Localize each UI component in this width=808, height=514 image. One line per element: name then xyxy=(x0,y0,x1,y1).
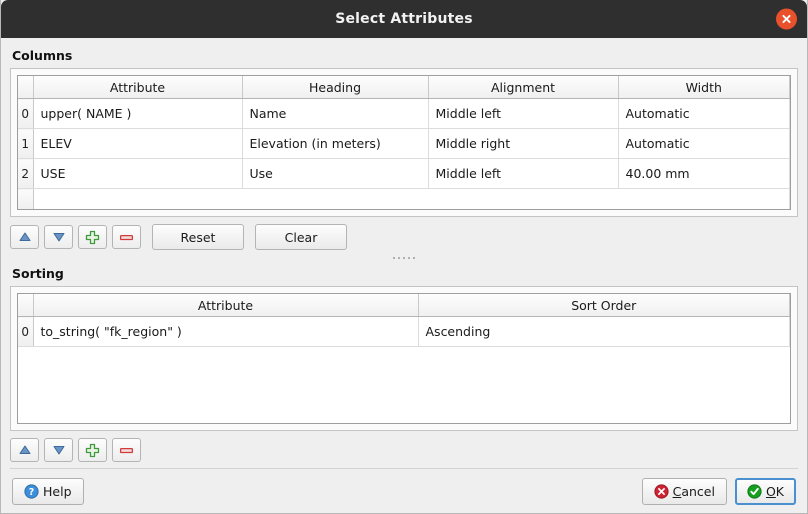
window-title: Select Attributes xyxy=(335,11,473,27)
columns-header-heading[interactable]: Heading xyxy=(242,76,428,99)
table-row[interactable]: 0 upper( NAME ) Name Middle left Automat… xyxy=(18,99,790,129)
columns-section-label: Columns xyxy=(12,48,798,63)
plus-icon[interactable] xyxy=(78,225,107,249)
table-row[interactable]: 0 to_string( "fk_region" ) Ascending xyxy=(18,317,790,347)
reset-button[interactable]: Reset xyxy=(152,224,244,250)
sorting-toolbar xyxy=(10,438,798,462)
arrow-down-icon[interactable] xyxy=(44,438,73,462)
columns-table-wrapper: Attribute Heading Alignment Width 0 uppe… xyxy=(17,75,791,210)
cell-attribute[interactable]: to_string( "fk_region" ) xyxy=(33,317,418,347)
empty-area xyxy=(33,189,790,210)
help-button-label: Help xyxy=(43,484,72,499)
title-bar: Select Attributes xyxy=(1,0,807,38)
cell-attribute[interactable]: ELEV xyxy=(33,129,242,159)
cancel-rest: ancel xyxy=(681,484,715,499)
sorting-table[interactable]: Attribute Sort Order 0 to_string( "fk_re… xyxy=(18,294,790,347)
sorting-table-header-row: Attribute Sort Order xyxy=(18,294,790,317)
cell-alignment[interactable]: Middle left xyxy=(428,99,618,129)
cell-alignment[interactable]: Middle left xyxy=(428,159,618,189)
help-circle-icon: ? xyxy=(24,484,39,499)
cell-width[interactable]: Automatic xyxy=(618,99,790,129)
ok-button[interactable]: OK xyxy=(735,478,796,505)
clear-button[interactable]: Clear xyxy=(255,224,347,250)
dialog-content: Columns At xyxy=(1,38,807,462)
minus-icon[interactable] xyxy=(112,438,141,462)
cell-alignment[interactable]: Middle right xyxy=(428,129,618,159)
cell-heading[interactable]: Name xyxy=(242,99,428,129)
arrow-up-icon[interactable] xyxy=(10,438,39,462)
columns-header-alignment[interactable]: Alignment xyxy=(428,76,618,99)
cell-attribute[interactable]: upper( NAME ) xyxy=(33,99,242,129)
columns-table[interactable]: Attribute Heading Alignment Width 0 uppe… xyxy=(18,76,790,209)
sorting-header-sort-order[interactable]: Sort Order xyxy=(418,294,790,317)
section-splitter[interactable] xyxy=(10,252,798,264)
sorting-panel: Attribute Sort Order 0 to_string( "fk_re… xyxy=(10,286,798,431)
columns-header-width[interactable]: Width xyxy=(618,76,790,99)
row-index[interactable]: 2 xyxy=(18,159,33,189)
ok-check-circle-icon xyxy=(747,484,762,499)
ok-accel: O xyxy=(766,484,776,499)
minus-icon[interactable] xyxy=(112,225,141,249)
ok-rest: K xyxy=(776,484,784,499)
table-row[interactable]: 2 USE Use Middle left 40.00 mm xyxy=(18,159,790,189)
sorting-table-wrapper: Attribute Sort Order 0 to_string( "fk_re… xyxy=(17,293,791,424)
ok-button-label: OK xyxy=(766,484,784,499)
columns-table-corner[interactable] xyxy=(18,76,33,99)
cancel-button-label: Cancel xyxy=(673,484,715,499)
cell-width[interactable]: Automatic xyxy=(618,129,790,159)
row-index-empty xyxy=(18,189,33,210)
select-attributes-dialog: Select Attributes Columns xyxy=(0,0,808,514)
plus-icon[interactable] xyxy=(78,438,107,462)
sorting-header-attribute[interactable]: Attribute xyxy=(33,294,418,317)
cell-heading[interactable]: Elevation (in meters) xyxy=(242,129,428,159)
row-index[interactable]: 0 xyxy=(18,99,33,129)
cell-attribute[interactable]: USE xyxy=(33,159,242,189)
close-icon[interactable] xyxy=(776,9,797,30)
cell-sort-order[interactable]: Ascending xyxy=(418,317,790,347)
table-empty-row xyxy=(18,189,790,210)
row-index[interactable]: 1 xyxy=(18,129,33,159)
columns-header-attribute[interactable]: Attribute xyxy=(33,76,242,99)
cell-heading[interactable]: Use xyxy=(242,159,428,189)
table-row[interactable]: 1 ELEV Elevation (in meters) Middle righ… xyxy=(18,129,790,159)
splitter-grip-icon xyxy=(393,257,415,259)
arrow-up-icon[interactable] xyxy=(10,225,39,249)
help-button[interactable]: ? Help xyxy=(12,478,84,505)
row-index[interactable]: 0 xyxy=(18,317,33,347)
cancel-circle-icon xyxy=(654,484,669,499)
columns-section: Columns At xyxy=(10,46,798,250)
sorting-section: Sorting Attribute Sort O xyxy=(10,264,798,462)
cell-width[interactable]: 40.00 mm xyxy=(618,159,790,189)
cancel-button[interactable]: Cancel xyxy=(642,478,727,505)
sorting-table-corner[interactable] xyxy=(18,294,33,317)
sorting-empty-area xyxy=(18,347,790,423)
sorting-section-label: Sorting xyxy=(12,266,798,281)
columns-panel: Attribute Heading Alignment Width 0 uppe… xyxy=(10,68,798,217)
columns-toolbar: Reset Clear xyxy=(10,224,798,250)
dialog-footer: ? Help Cancel OK xyxy=(1,469,807,513)
arrow-down-icon[interactable] xyxy=(44,225,73,249)
svg-text:?: ? xyxy=(29,487,35,498)
columns-table-header-row: Attribute Heading Alignment Width xyxy=(18,76,790,99)
